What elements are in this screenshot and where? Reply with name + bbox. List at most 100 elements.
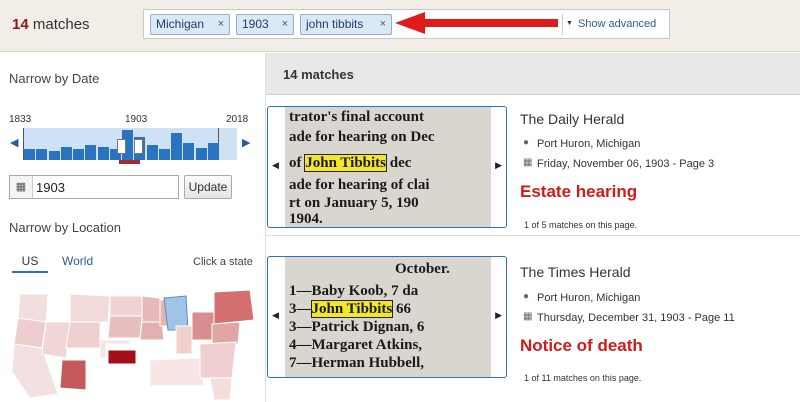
- click-state-hint: Click a state: [193, 256, 253, 268]
- map-state-ny-ne: [213, 289, 255, 325]
- search-highlight: John Tibbits: [304, 154, 387, 172]
- range-handle-right[interactable]: [134, 139, 143, 154]
- clip-line: rt on January 5, 190: [289, 195, 419, 211]
- annotation-note: Notice of death: [520, 336, 643, 355]
- clip-line: 4—Margaret Atkins,: [289, 337, 423, 353]
- histogram-bar[interactable]: [97, 147, 109, 160]
- clip-line: trator's final account: [289, 109, 424, 125]
- map-state-mt: [69, 293, 111, 323]
- search-chip-michigan[interactable]: Michigan ×: [150, 14, 230, 35]
- publication-place: Port Huron, Michigan: [537, 138, 641, 150]
- clip-line: ade for hearing of clai: [289, 177, 430, 193]
- selected-year-label: 1903: [125, 114, 148, 125]
- histogram-bar[interactable]: [171, 133, 182, 160]
- clipping-thumbnail[interactable]: ◀ trator's final account ade for hearing…: [267, 106, 507, 228]
- map-state-wy-ut: [65, 321, 101, 349]
- top-bar: 14 matches Michigan × 1903 × john tibbit…: [0, 0, 800, 52]
- map-state-wa: [17, 293, 49, 323]
- search-chip-1903[interactable]: 1903 ×: [236, 14, 294, 35]
- annotation-note: Estate hearing: [520, 182, 638, 201]
- chip-remove-icon[interactable]: ×: [218, 15, 224, 34]
- show-advanced-button[interactable]: ▼ Show advanced: [566, 18, 656, 30]
- map-state-nd-sd: [109, 295, 143, 317]
- map-state-nm: [85, 359, 107, 387]
- clip-line: 1—Baby Koob, 7 da: [289, 283, 419, 299]
- year-field[interactable]: ▦: [9, 175, 179, 199]
- clip-line: 1904.: [289, 211, 323, 227]
- calendar-icon: ▦: [10, 176, 33, 198]
- results-count: 14 matches: [283, 67, 354, 82]
- clip-line: ade for hearing on Dec: [289, 129, 435, 145]
- histogram-bar[interactable]: [207, 143, 219, 160]
- caret-down-icon: ▼: [566, 20, 573, 27]
- us-state-map[interactable]: [0, 282, 266, 402]
- calendar-icon: ▦: [523, 157, 533, 168]
- chip-label: john tibbits: [306, 17, 364, 31]
- newspaper-clip[interactable]: trator's final account ade for hearing o…: [285, 107, 491, 227]
- start-year-label: 1833: [9, 114, 32, 125]
- map-state-mn: [141, 295, 161, 323]
- tab-world[interactable]: World: [62, 251, 93, 271]
- publication-date[interactable]: Friday, November 06, 1903 - Page 3: [537, 158, 714, 170]
- clip-line: dec: [386, 155, 412, 171]
- histogram-bar[interactable]: [158, 149, 170, 160]
- date-histogram[interactable]: [23, 128, 237, 160]
- selected-range-indicator: [119, 160, 140, 164]
- results-panel: 14 matches ◀ trator's final account ade …: [266, 53, 800, 402]
- map-state-il-in: [175, 325, 193, 355]
- histogram-bar[interactable]: [24, 149, 35, 160]
- page-match-count: 1 of 5 matches on this page.: [524, 220, 638, 230]
- publication-date[interactable]: Thursday, December 31, 1903 - Page 11: [537, 312, 735, 324]
- year-input[interactable]: [36, 178, 176, 196]
- tab-us[interactable]: US: [12, 251, 48, 273]
- show-advanced-label: Show advanced: [577, 18, 657, 30]
- clip-line: October.: [395, 261, 450, 277]
- narrow-by-date-heading: Narrow by Date: [9, 71, 100, 86]
- chip-remove-icon[interactable]: ×: [380, 15, 386, 34]
- histogram-bar[interactable]: [73, 149, 84, 160]
- histogram-bar[interactable]: [195, 148, 207, 160]
- results-header: 14 matches: [266, 53, 800, 95]
- result-item[interactable]: ◀ October. 1—Baby Koob, 7 da 3—John Tibb…: [266, 256, 800, 396]
- chip-remove-icon[interactable]: ×: [282, 15, 288, 34]
- chip-label: Michigan: [156, 17, 205, 31]
- map-state-fl: [209, 377, 233, 401]
- histogram-bar[interactable]: [146, 145, 158, 160]
- map-state-id-nv: [41, 321, 71, 359]
- histogram-bar[interactable]: [85, 145, 97, 160]
- clipping-thumbnail[interactable]: ◀ October. 1—Baby Koob, 7 da 3—John Tibb…: [267, 256, 507, 378]
- narrow-by-location-heading: Narrow by Location: [9, 220, 121, 235]
- histogram-bar[interactable]: [60, 147, 72, 160]
- map-state-pa: [211, 321, 241, 345]
- publication-title[interactable]: The Daily Herald: [520, 111, 624, 127]
- map-state-mi: [163, 295, 189, 331]
- histogram-bar[interactable]: [183, 143, 195, 160]
- map-state-or: [13, 317, 47, 349]
- calendar-icon: ▦: [523, 311, 533, 322]
- map-state-southeast: [199, 341, 237, 379]
- map-state-oh: [191, 311, 215, 341]
- clip-line: 7—Herman Hubbell,: [289, 355, 425, 371]
- end-year-label: 2018: [226, 114, 249, 125]
- histogram-bar[interactable]: [36, 149, 48, 160]
- location-pin-icon: ●: [523, 291, 530, 302]
- histogram-bar[interactable]: [48, 151, 60, 160]
- histogram-right-arrow-icon[interactable]: ▶: [242, 136, 250, 149]
- next-image-icon[interactable]: ▶: [495, 160, 502, 171]
- clip-line: 66: [392, 301, 411, 317]
- publication-title[interactable]: The Times Herald: [520, 264, 630, 280]
- update-button[interactable]: Update: [184, 175, 232, 199]
- map-state-az: [59, 359, 87, 391]
- prev-image-icon[interactable]: ◀: [272, 160, 279, 171]
- next-image-icon[interactable]: ▶: [495, 310, 502, 321]
- clip-line: 3—: [289, 301, 312, 317]
- result-item[interactable]: ◀ trator's final account ade for hearing…: [266, 96, 800, 236]
- publication-place: Port Huron, Michigan: [537, 292, 641, 304]
- histogram-left-arrow-icon[interactable]: ◀: [10, 136, 18, 149]
- search-chip-john-tibbits[interactable]: john tibbits ×: [300, 14, 392, 35]
- prev-image-icon[interactable]: ◀: [272, 310, 279, 321]
- newspaper-clip[interactable]: October. 1—Baby Koob, 7 da 3—John Tibbit…: [285, 257, 491, 377]
- map-state-south: [149, 357, 205, 387]
- range-handle-left[interactable]: [117, 139, 126, 154]
- divider: [562, 14, 563, 35]
